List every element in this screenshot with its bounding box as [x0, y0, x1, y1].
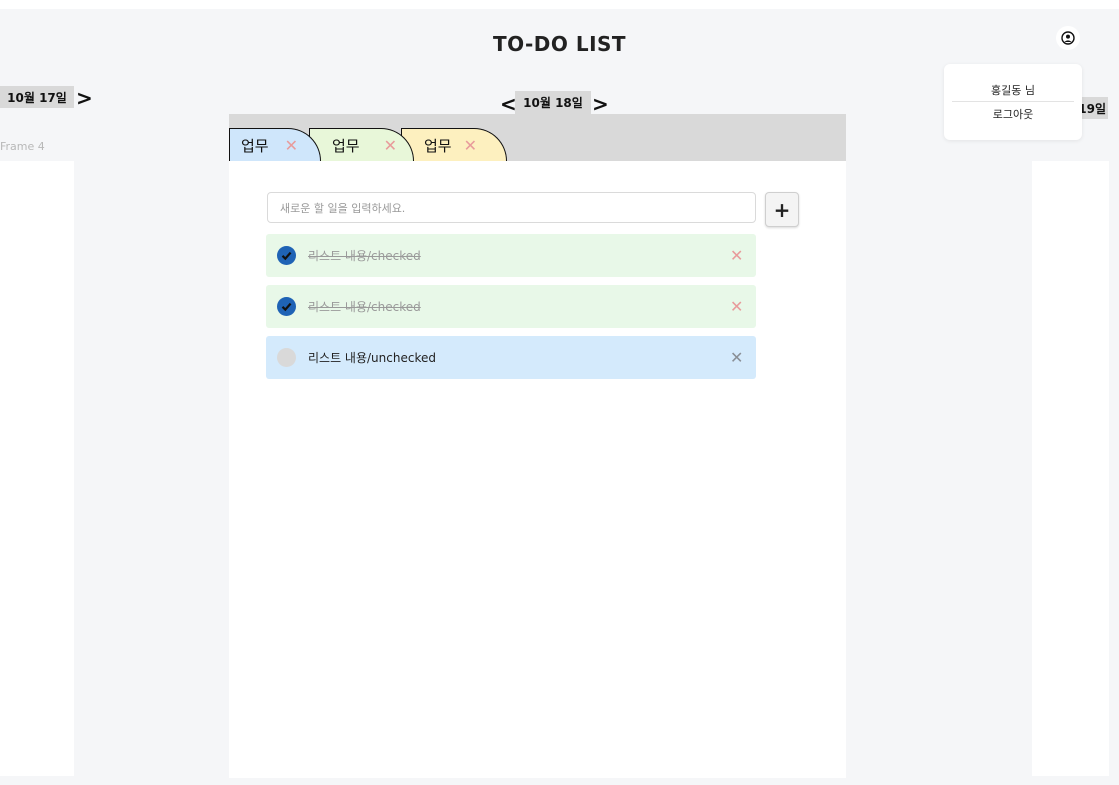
tab-category-2[interactable]: 업무 ✕	[309, 128, 414, 161]
tab-label: 업무	[241, 136, 269, 155]
close-icon[interactable]: ✕	[464, 136, 477, 155]
new-todo-input[interactable]: 새로운 할 일을 입력하세요.	[267, 192, 756, 223]
todo-text: 리스트 내용/unchecked	[308, 351, 436, 365]
close-icon[interactable]: ✕	[384, 136, 397, 155]
prev-day-arrow[interactable]: >	[76, 86, 93, 110]
menu-divider	[952, 101, 1074, 102]
checked-checkbox-icon[interactable]	[277, 297, 296, 316]
delete-icon[interactable]: ✕	[730, 246, 743, 265]
unchecked-checkbox-icon[interactable]	[277, 348, 296, 367]
frame-label: Frame 4	[0, 140, 45, 153]
next-day-panel	[1032, 161, 1109, 776]
page-title: TO-DO LIST	[492, 32, 627, 56]
checked-checkbox-icon[interactable]	[277, 246, 296, 265]
user-circle-icon[interactable]	[1056, 26, 1080, 50]
logout-button[interactable]: 로그아웃	[952, 106, 1074, 122]
todo-item: 리스트 내용/unchecked ✕	[266, 336, 756, 379]
todo-text: 리스트 내용/checked	[308, 300, 421, 314]
user-menu-popup: 홍길동 님 로그아웃	[944, 64, 1082, 140]
close-icon[interactable]: ✕	[285, 136, 298, 155]
current-date-label: 10월 18일	[515, 91, 591, 114]
tab-category-3[interactable]: 업무 ✕	[401, 128, 507, 161]
next-date-arrow[interactable]: >	[592, 92, 609, 116]
username-label: 홍길동 님	[991, 84, 1035, 97]
tab-label: 업무	[424, 136, 452, 155]
todo-item: 리스트 내용/checked ✕	[266, 234, 756, 277]
tab-label: 업무	[332, 136, 360, 155]
todo-item: 리스트 내용/checked ✕	[266, 285, 756, 328]
prev-day-panel	[0, 161, 74, 776]
category-tab-bar: 업무 ✕ 업무 ✕ 업무 ✕	[229, 114, 846, 161]
prev-date-label: 10월 17일	[0, 86, 74, 108]
todo-text: 리스트 내용/checked	[308, 249, 421, 263]
add-todo-button[interactable]: +	[765, 192, 799, 227]
delete-icon[interactable]: ✕	[730, 348, 743, 367]
delete-icon[interactable]: ✕	[730, 297, 743, 316]
tab-category-1[interactable]: 업무 ✕	[229, 128, 321, 161]
